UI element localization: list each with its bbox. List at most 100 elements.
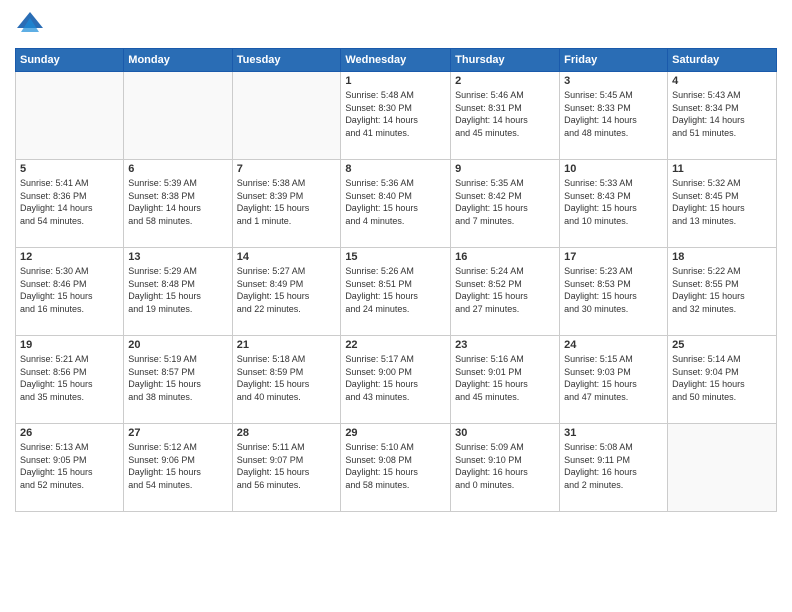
day-info: Sunrise: 5:23 AM Sunset: 8:53 PM Dayligh…	[564, 265, 663, 315]
day-number: 11	[672, 163, 772, 175]
day-number: 25	[672, 339, 772, 351]
day-info: Sunrise: 5:43 AM Sunset: 8:34 PM Dayligh…	[672, 89, 772, 139]
day-number: 10	[564, 163, 663, 175]
day-number: 20	[128, 339, 227, 351]
day-cell: 31 Sunrise: 5:08 AM Sunset: 9:11 PM Dayli…	[560, 424, 668, 512]
day-cell: 28Sunrise: 5:11 AM Sunset: 9:07 PM Dayli…	[232, 424, 341, 512]
col-header-friday: Friday	[560, 49, 668, 72]
col-header-monday: Monday	[124, 49, 232, 72]
day-cell: 26 Sunrise: 5:13 AM Sunset: 9:05 PM Dayli…	[16, 424, 124, 512]
header-row: SundayMondayTuesdayWednesdayThursdayFrid…	[16, 49, 777, 72]
col-header-tuesday: Tuesday	[232, 49, 341, 72]
day-info: Sunrise: 5:30 AM Sunset: 8:46 PM Dayligh…	[20, 265, 119, 315]
day-number: 31	[564, 427, 663, 439]
day-cell	[668, 424, 777, 512]
day-info: Sunrise: 5:45 AM Sunset: 8:33 PM Dayligh…	[564, 89, 663, 139]
col-header-wednesday: Wednesday	[341, 49, 451, 72]
day-cell: 25 Sunrise: 5:14 AM Sunset: 9:04 PM Dayli…	[668, 336, 777, 424]
day-number: 15	[345, 251, 446, 263]
day-number: 30	[455, 427, 555, 439]
col-header-sunday: Sunday	[16, 49, 124, 72]
day-info: Sunrise: 5:27 AM Sunset: 8:49 PM Dayligh…	[237, 265, 337, 315]
day-number: 26	[20, 427, 119, 439]
day-number: 9	[455, 163, 555, 175]
day-info: Sunrise: 5:26 AM Sunset: 8:51 PM Dayligh…	[345, 265, 446, 315]
day-info: Sunrise: 5:33 AM Sunset: 8:43 PM Dayligh…	[564, 177, 663, 227]
day-cell	[232, 72, 341, 160]
col-header-saturday: Saturday	[668, 49, 777, 72]
day-info: Sunrise: 5:22 AM Sunset: 8:55 PM Dayligh…	[672, 265, 772, 315]
day-number: 23	[455, 339, 555, 351]
day-cell: 5 Sunrise: 5:41 AM Sunset: 8:36 PM Daylig…	[16, 160, 124, 248]
day-number: 13	[128, 251, 227, 263]
day-number: 1	[345, 75, 446, 87]
day-info: Sunrise: 5:41 AM Sunset: 8:36 PM Dayligh…	[20, 177, 119, 227]
week-row-2: 5 Sunrise: 5:41 AM Sunset: 8:36 PM Daylig…	[16, 160, 777, 248]
day-cell: 14Sunrise: 5:27 AM Sunset: 8:49 PM Dayli…	[232, 248, 341, 336]
day-info: Sunrise: 5:19 AM Sunset: 8:57 PM Dayligh…	[128, 353, 227, 403]
day-cell: 16 Sunrise: 5:24 AM Sunset: 8:52 PM Dayli…	[451, 248, 560, 336]
day-number: 27	[128, 427, 227, 439]
day-cell: 21 Sunrise: 5:18 AM Sunset: 8:59 PM Dayli…	[232, 336, 341, 424]
week-row-5: 26 Sunrise: 5:13 AM Sunset: 9:05 PM Dayli…	[16, 424, 777, 512]
week-row-4: 19 Sunrise: 5:21 AM Sunset: 8:56 PM Dayli…	[16, 336, 777, 424]
day-cell: 1 Sunrise: 5:48 AM Sunset: 8:30 PM Daylig…	[341, 72, 451, 160]
day-cell: 12Sunrise: 5:30 AM Sunset: 8:46 PM Dayli…	[16, 248, 124, 336]
day-cell: 29 Sunrise: 5:10 AM Sunset: 9:08 PM Dayli…	[341, 424, 451, 512]
day-number: 8	[345, 163, 446, 175]
day-number: 6	[128, 163, 227, 175]
day-number: 19	[20, 339, 119, 351]
day-info: Sunrise: 5:08 AM Sunset: 9:11 PM Dayligh…	[564, 441, 663, 491]
day-cell: 19 Sunrise: 5:21 AM Sunset: 8:56 PM Dayli…	[16, 336, 124, 424]
day-info: Sunrise: 5:11 AM Sunset: 9:07 PM Dayligh…	[237, 441, 337, 491]
week-row-1: 1 Sunrise: 5:48 AM Sunset: 8:30 PM Daylig…	[16, 72, 777, 160]
day-number: 18	[672, 251, 772, 263]
day-cell: 13 Sunrise: 5:29 AM Sunset: 8:48 PM Dayli…	[124, 248, 232, 336]
logo-icon	[15, 10, 45, 40]
day-number: 3	[564, 75, 663, 87]
day-info: Sunrise: 5:16 AM Sunset: 9:01 PM Dayligh…	[455, 353, 555, 403]
day-cell: 24Sunrise: 5:15 AM Sunset: 9:03 PM Dayli…	[560, 336, 668, 424]
day-number: 16	[455, 251, 555, 263]
day-cell: 22Sunrise: 5:17 AM Sunset: 9:00 PM Dayli…	[341, 336, 451, 424]
week-row-3: 12Sunrise: 5:30 AM Sunset: 8:46 PM Dayli…	[16, 248, 777, 336]
day-number: 7	[237, 163, 337, 175]
day-number: 2	[455, 75, 555, 87]
page-header	[15, 10, 777, 40]
day-number: 21	[237, 339, 337, 351]
calendar: SundayMondayTuesdayWednesdayThursdayFrid…	[15, 48, 777, 512]
day-cell: 10 Sunrise: 5:33 AM Sunset: 8:43 PM Dayli…	[560, 160, 668, 248]
day-info: Sunrise: 5:17 AM Sunset: 9:00 PM Dayligh…	[345, 353, 446, 403]
day-cell	[16, 72, 124, 160]
day-info: Sunrise: 5:24 AM Sunset: 8:52 PM Dayligh…	[455, 265, 555, 315]
day-cell: 9Sunrise: 5:35 AM Sunset: 8:42 PM Daylig…	[451, 160, 560, 248]
day-info: Sunrise: 5:18 AM Sunset: 8:59 PM Dayligh…	[237, 353, 337, 403]
day-info: Sunrise: 5:29 AM Sunset: 8:48 PM Dayligh…	[128, 265, 227, 315]
day-info: Sunrise: 5:21 AM Sunset: 8:56 PM Dayligh…	[20, 353, 119, 403]
day-number: 29	[345, 427, 446, 439]
day-info: Sunrise: 5:15 AM Sunset: 9:03 PM Dayligh…	[564, 353, 663, 403]
day-info: Sunrise: 5:32 AM Sunset: 8:45 PM Dayligh…	[672, 177, 772, 227]
day-info: Sunrise: 5:48 AM Sunset: 8:30 PM Dayligh…	[345, 89, 446, 139]
day-cell: 6 Sunrise: 5:39 AM Sunset: 8:38 PM Daylig…	[124, 160, 232, 248]
day-cell: 18 Sunrise: 5:22 AM Sunset: 8:55 PM Dayli…	[668, 248, 777, 336]
day-number: 5	[20, 163, 119, 175]
day-info: Sunrise: 5:13 AM Sunset: 9:05 PM Dayligh…	[20, 441, 119, 491]
day-cell: 15 Sunrise: 5:26 AM Sunset: 8:51 PM Dayli…	[341, 248, 451, 336]
logo	[15, 10, 49, 40]
day-info: Sunrise: 5:12 AM Sunset: 9:06 PM Dayligh…	[128, 441, 227, 491]
day-info: Sunrise: 5:09 AM Sunset: 9:10 PM Dayligh…	[455, 441, 555, 491]
day-cell: 11 Sunrise: 5:32 AM Sunset: 8:45 PM Dayli…	[668, 160, 777, 248]
day-cell: 7 Sunrise: 5:38 AM Sunset: 8:39 PM Daylig…	[232, 160, 341, 248]
day-info: Sunrise: 5:10 AM Sunset: 9:08 PM Dayligh…	[345, 441, 446, 491]
day-cell: 27 Sunrise: 5:12 AM Sunset: 9:06 PM Dayli…	[124, 424, 232, 512]
col-header-thursday: Thursday	[451, 49, 560, 72]
day-cell: 30 Sunrise: 5:09 AM Sunset: 9:10 PM Dayli…	[451, 424, 560, 512]
day-cell: 8Sunrise: 5:36 AM Sunset: 8:40 PM Daylig…	[341, 160, 451, 248]
day-info: Sunrise: 5:38 AM Sunset: 8:39 PM Dayligh…	[237, 177, 337, 227]
day-cell: 4Sunrise: 5:43 AM Sunset: 8:34 PM Daylig…	[668, 72, 777, 160]
day-cell: 17Sunrise: 5:23 AM Sunset: 8:53 PM Dayli…	[560, 248, 668, 336]
day-info: Sunrise: 5:39 AM Sunset: 8:38 PM Dayligh…	[128, 177, 227, 227]
day-info: Sunrise: 5:14 AM Sunset: 9:04 PM Dayligh…	[672, 353, 772, 403]
day-cell: 2Sunrise: 5:46 AM Sunset: 8:31 PM Daylig…	[451, 72, 560, 160]
